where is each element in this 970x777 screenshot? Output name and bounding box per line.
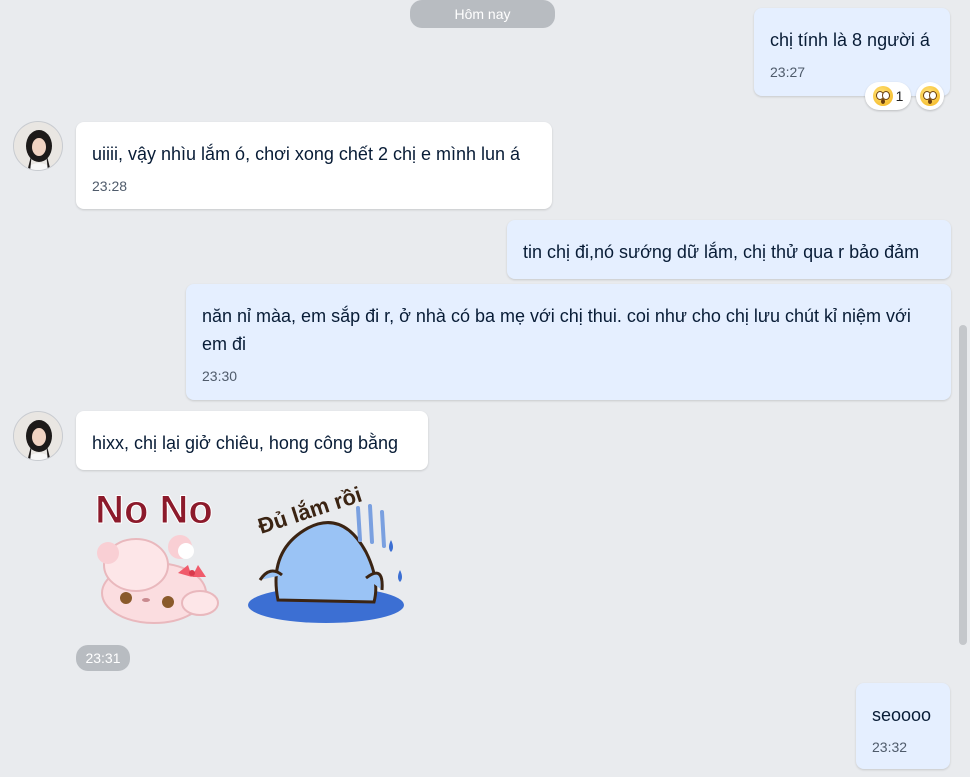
message-outgoing[interactable]: chị tính là 8 người á 23:27 bbox=[754, 8, 950, 96]
sticker-du-lam-roi[interactable]: Đủ lắm rồi bbox=[248, 480, 413, 630]
reaction-count: 1 bbox=[895, 88, 904, 104]
message-outgoing[interactable]: năn nỉ màa, em sắp đi r, ở nhà có ba mẹ … bbox=[186, 284, 951, 400]
add-reaction-button[interactable] bbox=[916, 82, 944, 110]
message-text: chị tính là 8 người á bbox=[770, 30, 930, 50]
message-outgoing[interactable]: tin chị đi,nó sướng dữ lắm, chị thử qua … bbox=[507, 220, 951, 279]
sticker-no-no[interactable]: No No bbox=[88, 485, 223, 630]
scrollbar-thumb[interactable] bbox=[959, 325, 967, 645]
message-time: 23:28 bbox=[92, 178, 128, 194]
message-incoming[interactable]: uiiii, vậy nhìu lắm ó, chơi xong chết 2 … bbox=[76, 122, 552, 209]
message-text: seoooo bbox=[872, 705, 932, 725]
sticker-time: 23:31 bbox=[76, 645, 130, 671]
message-time: 23:32 bbox=[872, 739, 908, 755]
message-text: hixx, chị lại giở chiêu, hong công bằng bbox=[92, 433, 398, 453]
date-divider: Hôm nay bbox=[410, 0, 555, 28]
message-text: uiiii, vậy nhìu lắm ó, chơi xong chết 2 … bbox=[92, 144, 521, 164]
message-time: 23:30 bbox=[202, 368, 238, 384]
reaction-summary[interactable]: 1 bbox=[865, 82, 911, 110]
message-text: năn nỉ màa, em sắp đi r, ở nhà có ba mẹ … bbox=[202, 306, 911, 354]
avatar[interactable] bbox=[13, 121, 63, 171]
astonished-face-icon bbox=[920, 86, 940, 106]
message-outgoing[interactable]: seoooo 23:32 bbox=[856, 683, 950, 769]
message-text: tin chị đi,nó sướng dữ lắm, chị thử qua … bbox=[523, 242, 920, 262]
astonished-face-icon bbox=[872, 86, 893, 106]
avatar[interactable] bbox=[13, 411, 63, 461]
sticker-caption: No No bbox=[95, 488, 213, 532]
message-incoming[interactable]: hixx, chị lại giở chiêu, hong công bằng bbox=[76, 411, 428, 470]
message-time: 23:27 bbox=[770, 64, 806, 80]
